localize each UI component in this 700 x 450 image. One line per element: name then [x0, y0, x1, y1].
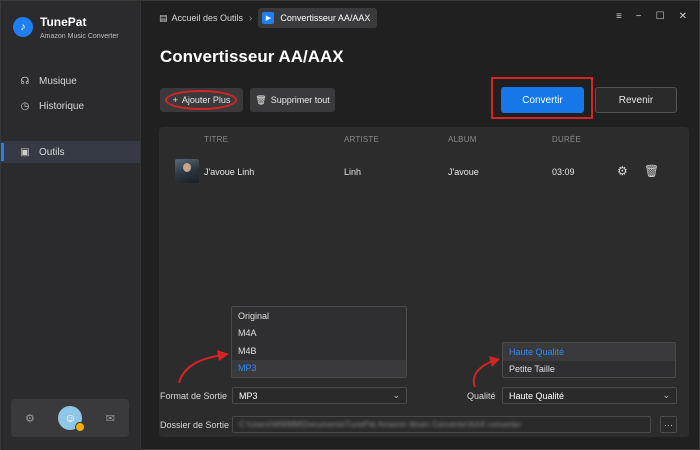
- breadcrumb-current-label: Convertisseur AA/AAX: [280, 13, 371, 23]
- topbar: ▤ Accueil des Outils › ▶ Convertisseur A…: [141, 1, 700, 35]
- breadcrumb-current: ▶ Convertisseur AA/AAX: [258, 8, 378, 28]
- brand-name: TunePat: [40, 15, 87, 29]
- sidebar-item-historique[interactable]: ◷ Historique: [1, 95, 140, 117]
- column-header-album: ALBUM: [448, 135, 477, 144]
- format-select-value: MP3: [239, 390, 258, 401]
- quality-select[interactable]: Haute Qualité ⌄: [502, 387, 677, 404]
- chevron-down-icon: ⌄: [662, 390, 670, 400]
- album-cover: [175, 159, 199, 183]
- mail-icon[interactable]: ✉: [106, 412, 115, 425]
- column-header-title: TITRE: [204, 135, 229, 144]
- breadcrumb-home[interactable]: Accueil des Outils: [172, 13, 244, 23]
- window-controls: ≡ − ☐ ✕: [616, 11, 687, 22]
- sidebar-item-musique[interactable]: ☊ Musique: [1, 70, 140, 92]
- page-title: Convertisseur AA/AAX: [160, 47, 344, 66]
- browse-folder-button[interactable]: ···: [660, 416, 677, 433]
- clock-icon: ◷: [20, 100, 30, 112]
- format-label: Format de Sortie: [160, 391, 228, 401]
- track-duration: 03:09: [552, 167, 575, 177]
- breadcrumb: ▤ Accueil des Outils › ▶ Convertisseur A…: [159, 8, 378, 28]
- add-more-button[interactable]: + Ajouter Plus: [160, 88, 243, 112]
- headphones-icon: ☊: [20, 75, 30, 87]
- quality-option-high[interactable]: Haute Qualité: [503, 343, 675, 361]
- column-header-duration: DURÉE: [552, 135, 582, 144]
- format-select[interactable]: MP3 ⌄: [232, 387, 407, 404]
- delete-all-button[interactable]: 🗑 Supprimer tout: [250, 88, 335, 112]
- settings-icon[interactable]: ⚙: [617, 164, 628, 178]
- chevron-down-icon: ⌄: [392, 390, 400, 400]
- premium-badge-icon: [75, 422, 86, 432]
- sidebar-footer: ⚙ ☺ ✉: [11, 399, 129, 437]
- quality-dropdown-menu: Haute Qualité Petite Taille: [502, 342, 676, 378]
- converter-icon: ▶: [262, 12, 275, 24]
- format-option-m4b[interactable]: M4B: [232, 342, 406, 360]
- gear-icon[interactable]: ⚙: [25, 412, 35, 425]
- track-album: J'avoue: [448, 167, 479, 177]
- music-note-icon: ♪: [13, 17, 33, 37]
- quality-select-value: Haute Qualité: [509, 390, 565, 401]
- format-option-m4a[interactable]: M4A: [232, 325, 406, 343]
- user-icon: ☺: [64, 411, 77, 425]
- delete-icon[interactable]: 🗑: [644, 164, 659, 178]
- format-option-mp3[interactable]: MP3: [232, 359, 406, 377]
- sidebar-item-label: Outils: [39, 146, 65, 158]
- track-artist: Linh: [344, 167, 362, 177]
- avatar[interactable]: ☺: [58, 406, 86, 432]
- back-button[interactable]: Revenir: [595, 87, 677, 113]
- brand-subtitle: Amazon Music Converter: [40, 33, 119, 40]
- sidebar-item-label: Musique: [39, 75, 77, 87]
- plus-icon: +: [172, 95, 178, 105]
- minimize-icon[interactable]: −: [636, 11, 642, 22]
- convert-button[interactable]: Convertir: [501, 87, 584, 113]
- sidebar-item-outils[interactable]: ▣ Outils: [1, 141, 140, 163]
- brand: ♪ TunePat Amazon Music Converter: [13, 15, 119, 40]
- sidebar: ♪ TunePat Amazon Music Converter ☊ Musiq…: [1, 1, 141, 450]
- output-folder-label: Dossier de Sortie: [160, 420, 230, 430]
- format-option-original[interactable]: Original: [232, 307, 406, 325]
- delete-all-label: Supprimer tout: [270, 95, 330, 105]
- maximize-icon[interactable]: ☐: [656, 11, 665, 22]
- toolbox-icon: ▣: [20, 146, 30, 158]
- close-icon[interactable]: ✕: [679, 11, 687, 22]
- track-title: J'avoue Linh: [204, 167, 255, 177]
- column-header-artist: ARTISTE: [344, 135, 380, 144]
- output-folder-path: C:\Users\WWMM\Documents\TunePat Amazon M…: [239, 420, 522, 429]
- format-dropdown-menu: Original M4A M4B MP3: [231, 306, 407, 378]
- sidebar-item-label: Historique: [39, 100, 85, 112]
- table-row[interactable]: J'avoue Linh Linh J'avoue 03:09 ⚙ 🗑: [159, 157, 689, 187]
- quality-option-small[interactable]: Petite Taille: [503, 361, 675, 379]
- output-folder-field[interactable]: C:\Users\WWMM\Documents\TunePat Amazon M…: [232, 416, 651, 433]
- toolbox-icon: ▤: [159, 12, 168, 23]
- add-more-label: Ajouter Plus: [181, 95, 231, 105]
- breadcrumb-separator: ›: [249, 12, 253, 24]
- app-window: ♪ TunePat Amazon Music Converter ☊ Musiq…: [0, 0, 700, 450]
- trash-icon: 🗑: [255, 94, 267, 105]
- quality-label: Qualité: [467, 391, 496, 401]
- menu-icon[interactable]: ≡: [616, 11, 622, 22]
